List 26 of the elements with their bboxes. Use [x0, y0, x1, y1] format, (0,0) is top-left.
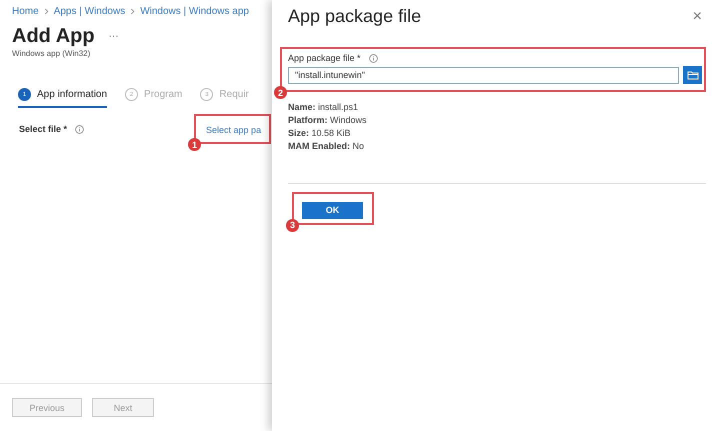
callout-badge: 1	[188, 138, 202, 151]
info-icon[interactable]	[368, 54, 378, 62]
callout-badge: 2	[274, 86, 287, 99]
close-button[interactable]: ×	[688, 8, 706, 26]
breadcrumb-link[interactable]: Home	[12, 6, 39, 17]
chevron-icon	[130, 8, 136, 15]
page-title: Add App	[12, 25, 95, 48]
page-subtitle: Windows app (Win32)	[12, 49, 92, 58]
select-file-link[interactable]: Select app pa	[206, 125, 262, 135]
ok-button[interactable]: OK	[302, 202, 363, 218]
input-field[interactable]: "install.intunewin"	[288, 66, 679, 84]
field-label: Select file *	[19, 124, 68, 134]
breadcrumb-link[interactable]: Windows | Windows app	[140, 6, 249, 17]
more-button[interactable]: ···	[106, 31, 121, 42]
folder-icon	[686, 70, 698, 80]
detail-text: Size: 10.58 KiB	[288, 128, 352, 138]
browse-button[interactable]	[683, 66, 702, 84]
chevron-icon	[44, 8, 49, 15]
detail-text: MAM Enabled: No	[288, 141, 366, 151]
info-icon[interactable]	[75, 124, 84, 134]
callout-badge: 3	[286, 218, 299, 232]
detail-text: Name: install.ps1	[288, 102, 360, 112]
breadcrumb-link[interactable]: Apps | Windows	[54, 6, 126, 17]
field-label: App package file *	[288, 53, 361, 63]
detail-text: Platform: Windows	[288, 115, 368, 125]
panel-title: App package file	[288, 6, 422, 27]
